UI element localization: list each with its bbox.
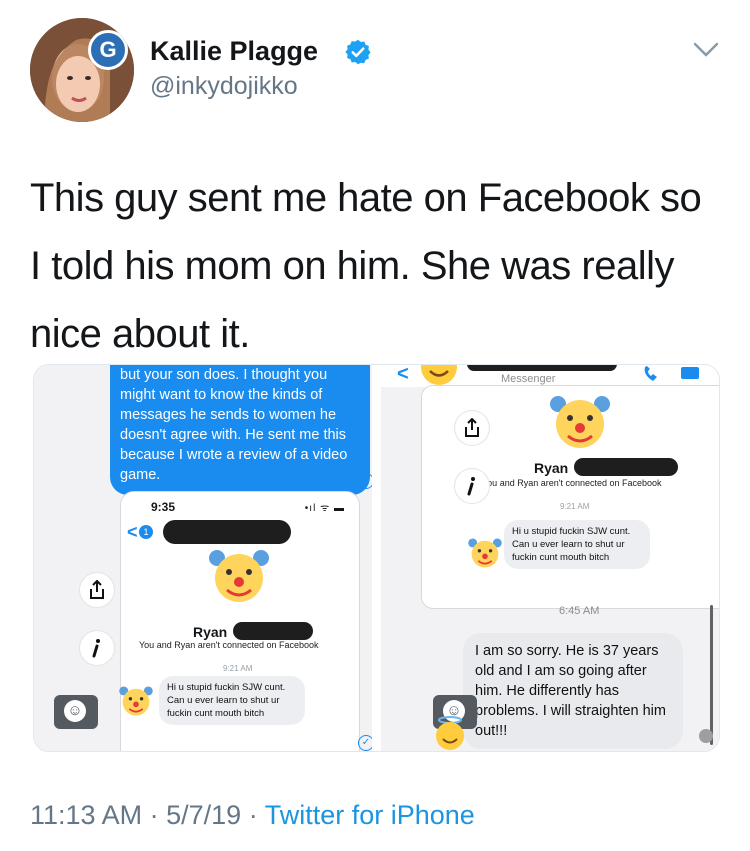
author-name[interactable]: Kallie Plagge bbox=[150, 36, 318, 67]
video-call-icon bbox=[681, 367, 699, 379]
emoji-icon: ☺ bbox=[54, 695, 98, 729]
clown-face-icon bbox=[550, 396, 610, 448]
tweet-media-card[interactable]: but your son does. I thought you might w… bbox=[33, 364, 720, 752]
clown-face-icon bbox=[209, 550, 269, 602]
tweet-footer: 11:13 AM · 5/7/19 · Twitter for iPhone bbox=[30, 800, 475, 831]
redacted-lastname-bar bbox=[233, 622, 313, 640]
redacted-name-bar bbox=[467, 365, 617, 371]
delivered-check-icon: ✓ bbox=[358, 735, 372, 751]
tweet-text: This guy sent me hate on Facebook so I t… bbox=[30, 176, 702, 356]
message-time: 9:21 AM bbox=[223, 664, 253, 673]
phone-status-icons: •ıl ᯤ ▬ bbox=[304, 503, 345, 514]
smiling-face-with-halo-icon bbox=[436, 716, 464, 750]
redacted-lastname-bar bbox=[574, 458, 678, 476]
clown-face-icon bbox=[119, 686, 153, 716]
back-arrow-icon: < bbox=[127, 522, 138, 542]
reply-time: 6:45 AM bbox=[559, 605, 600, 617]
author-handle[interactable]: @inkydojikko bbox=[150, 72, 298, 101]
embedded-phone-screenshot: 9:35 •ıl ᯤ ▬ < 1 Ryan You and Ryan aren'… bbox=[119, 491, 360, 751]
connection-note: You and Ryan aren't connected on Faceboo… bbox=[139, 640, 319, 650]
screenshot-right[interactable]: < Messenger Ryan You and Ryan aren't con… bbox=[381, 365, 719, 751]
received-message-bubble: Hi u stupid fuckin SJW cunt. Can u ever … bbox=[159, 676, 305, 725]
contact-name: Ryan bbox=[193, 624, 228, 640]
info-icon bbox=[80, 631, 114, 665]
chevron-down-icon[interactable] bbox=[693, 42, 719, 58]
back-arrow-icon: < bbox=[397, 365, 409, 385]
tweet-date[interactable]: 5/7/19 bbox=[166, 800, 241, 830]
app-label: Messenger bbox=[501, 373, 556, 385]
read-receipt-avatar bbox=[699, 729, 713, 743]
tweet-source-link[interactable]: Twitter for iPhone bbox=[265, 800, 475, 830]
share-icon bbox=[455, 411, 489, 445]
phone-status-time: 9:35 bbox=[151, 500, 176, 514]
share-icon bbox=[80, 573, 114, 607]
info-icon bbox=[455, 469, 489, 503]
clown-face-icon bbox=[468, 538, 502, 568]
footer-separator: · bbox=[248, 800, 258, 830]
message-time: 9:21 AM bbox=[560, 502, 590, 511]
contact-name: Ryan bbox=[534, 460, 569, 476]
smiling-face-icon bbox=[421, 365, 457, 385]
author-avatar[interactable]: G bbox=[30, 18, 134, 122]
scrollbar bbox=[710, 605, 713, 745]
verified-badge-icon bbox=[345, 39, 371, 65]
sent-message-bubble: but your son does. I thought you might w… bbox=[110, 365, 370, 495]
reply-message-bubble: I am so sorry. He is 37 years old and I … bbox=[463, 633, 683, 749]
tweet-time[interactable]: 11:13 AM bbox=[30, 800, 142, 830]
footer-separator: · bbox=[149, 800, 159, 830]
phone-call-icon bbox=[644, 366, 657, 381]
screenshot-left[interactable]: but your son does. I thought you might w… bbox=[34, 365, 372, 751]
redacted-name-bar bbox=[163, 520, 291, 544]
connection-note: You and Ryan aren't connected on Faceboo… bbox=[482, 478, 662, 488]
avatar-g-badge: G bbox=[88, 30, 128, 70]
delivered-check-icon: ✓ bbox=[358, 473, 372, 489]
back-count-badge: 1 bbox=[139, 525, 153, 539]
screenshot-divider bbox=[372, 365, 381, 751]
received-message-bubble: Hi u stupid fuckin SJW cunt. Can u ever … bbox=[504, 520, 650, 569]
